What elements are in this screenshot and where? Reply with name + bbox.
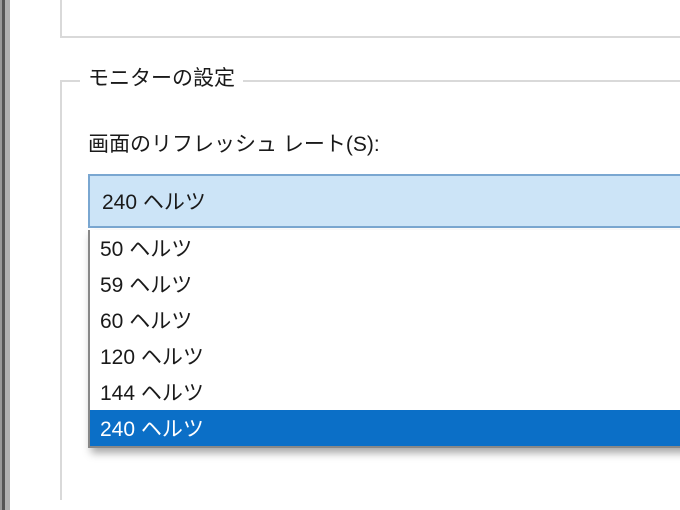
- refresh-rate-label: 画面のリフレッシュ レート(S):: [88, 128, 380, 158]
- previous-group-box-fragment: [60, 0, 680, 38]
- refresh-rate-option-label: 144 ヘルツ: [100, 377, 204, 407]
- refresh-rate-option-label: 120 ヘルツ: [100, 341, 204, 371]
- refresh-rate-option[interactable]: 59 ヘルツ: [90, 266, 680, 302]
- refresh-rate-option-label: 50 ヘルツ: [100, 233, 192, 263]
- refresh-rate-combobox-value: 240 ヘルツ: [102, 186, 206, 216]
- refresh-rate-option[interactable]: 144 ヘルツ: [90, 374, 680, 410]
- dialog-content-area: モニターの設定 画面のリフレッシュ レート(S): 240 ヘルツ 50 ヘルツ…: [10, 0, 680, 510]
- refresh-rate-option-label: 240 ヘルツ: [100, 413, 204, 443]
- refresh-rate-option-label: 60 ヘルツ: [100, 305, 192, 335]
- refresh-rate-option[interactable]: 240 ヘルツ: [90, 410, 680, 446]
- refresh-rate-combobox[interactable]: 240 ヘルツ: [88, 174, 680, 228]
- monitor-settings-group-title: モニターの設定: [80, 62, 243, 92]
- refresh-rate-option[interactable]: 50 ヘルツ: [90, 230, 680, 266]
- refresh-rate-option-label: 59 ヘルツ: [100, 269, 192, 299]
- refresh-rate-option[interactable]: 60 ヘルツ: [90, 302, 680, 338]
- refresh-rate-dropdown-list[interactable]: 50 ヘルツ 59 ヘルツ 60 ヘルツ 120 ヘルツ 144 ヘルツ 240…: [88, 230, 680, 448]
- refresh-rate-option[interactable]: 120 ヘルツ: [90, 338, 680, 374]
